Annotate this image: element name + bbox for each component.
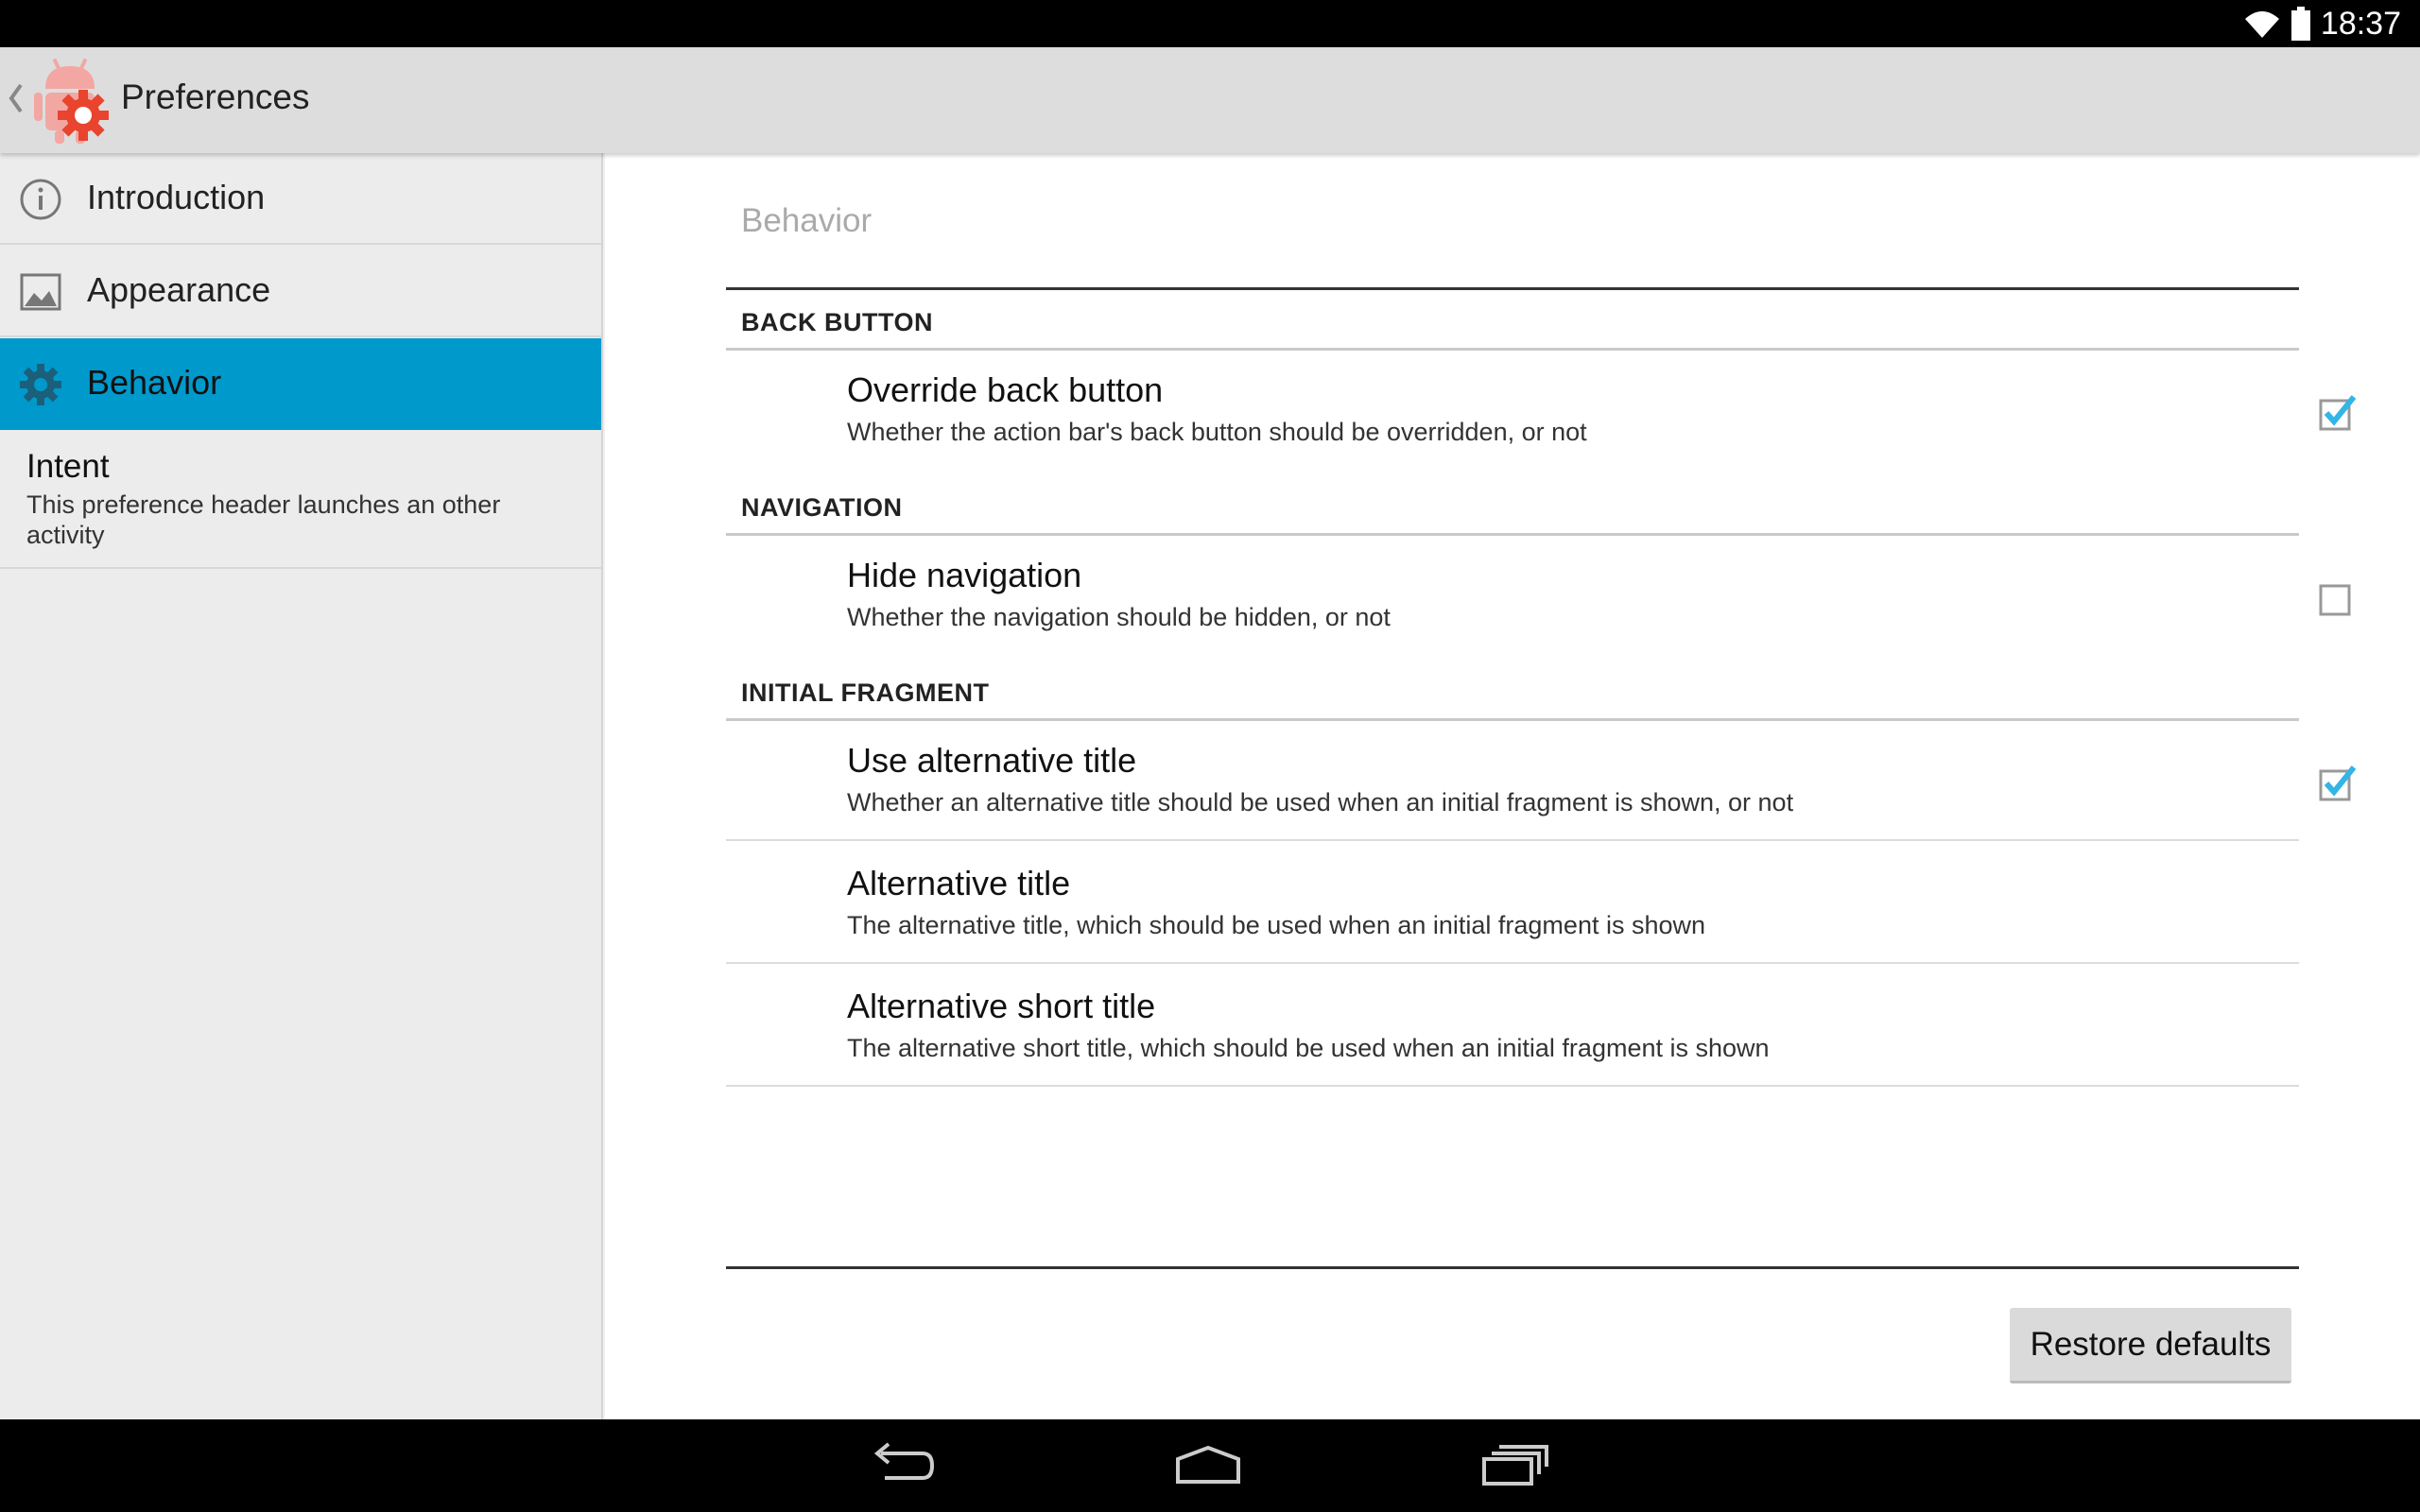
gear-icon	[20, 364, 61, 405]
info-icon	[20, 179, 61, 220]
sidebar-item-behavior[interactable]: Behavior	[0, 338, 601, 430]
sidebar-item-appearance[interactable]: Appearance	[0, 246, 601, 337]
sidebar-item-label: Appearance	[87, 270, 271, 309]
pref-alternative-title[interactable]: Alternative title The alternative title,…	[726, 843, 2299, 964]
pref-summary: Whether the action bar's back button sho…	[847, 418, 1587, 446]
screen: 18:37 Preferences Introduction Appearanc…	[0, 0, 2420, 1512]
status-bar: 18:37	[0, 0, 2420, 47]
checkbox-unchecked[interactable]	[2318, 577, 2358, 617]
recent-apps-icon[interactable]	[1477, 1440, 1552, 1491]
intent-title: Intent	[26, 448, 110, 485]
bottom-divider	[726, 1266, 2299, 1269]
sidebar-item-label: Behavior	[87, 363, 222, 402]
sidebar: Introduction Appearance Behavior Intent …	[0, 153, 603, 1419]
breadcrumb: Behavior	[741, 202, 873, 239]
pref-summary: The alternative title, which should be u…	[847, 911, 1706, 939]
pref-title: Use alternative title	[847, 741, 1137, 780]
category-navigation: NAVIGATION	[741, 493, 903, 522]
intent-summary: This preference header launches an other…	[26, 490, 501, 549]
checkbox-checked[interactable]	[2318, 392, 2358, 432]
up-caret-icon[interactable]	[6, 79, 26, 117]
image-icon	[20, 273, 61, 311]
pref-summary: Whether an alternative title should be u…	[847, 788, 1794, 816]
clock: 18:37	[2320, 5, 2401, 42]
action-bar: Preferences	[0, 47, 2420, 153]
wifi-icon	[2244, 11, 2279, 38]
pref-summary: Whether the navigation should be hidden,…	[847, 603, 1391, 631]
app-title: Preferences	[121, 77, 310, 116]
app-icon[interactable]	[32, 57, 113, 146]
home-icon[interactable]	[1170, 1440, 1246, 1491]
sidebar-item-introduction[interactable]: Introduction	[0, 153, 601, 245]
breadcrumb-divider	[726, 287, 2299, 290]
pref-alternative-short-title[interactable]: Alternative short title The alternative …	[726, 966, 2299, 1087]
pref-title: Override back button	[847, 370, 1164, 409]
pref-summary: The alternative short title, which shoul…	[847, 1034, 1770, 1062]
back-icon[interactable]	[864, 1440, 940, 1491]
pref-title: Hide navigation	[847, 556, 1082, 594]
preference-panel: Behavior BACK BUTTON Override back butto…	[605, 153, 2420, 1419]
restore-defaults-button[interactable]: Restore defaults	[2010, 1308, 2291, 1383]
pref-override-back-button[interactable]: Override back button Whether the action …	[726, 350, 2357, 471]
pref-use-alternative-title[interactable]: Use alternative title Whether an alterna…	[726, 720, 2357, 841]
system-navigation-bar	[0, 1419, 2420, 1512]
sidebar-item-intent[interactable]: Intent This preference header launches a…	[0, 433, 601, 569]
category-initial-fragment: INITIAL FRAGMENT	[741, 679, 990, 707]
pref-title: Alternative short title	[847, 987, 1156, 1025]
status-icons: 18:37	[2243, 4, 2401, 43]
pref-hide-navigation[interactable]: Hide navigation Whether the navigation s…	[726, 535, 2351, 656]
pref-title: Alternative title	[847, 864, 1071, 902]
sidebar-item-label: Introduction	[87, 178, 266, 216]
checkbox-checked[interactable]	[2318, 763, 2358, 802]
category-back-button: BACK BUTTON	[741, 308, 933, 336]
battery-icon	[2290, 7, 2310, 41]
